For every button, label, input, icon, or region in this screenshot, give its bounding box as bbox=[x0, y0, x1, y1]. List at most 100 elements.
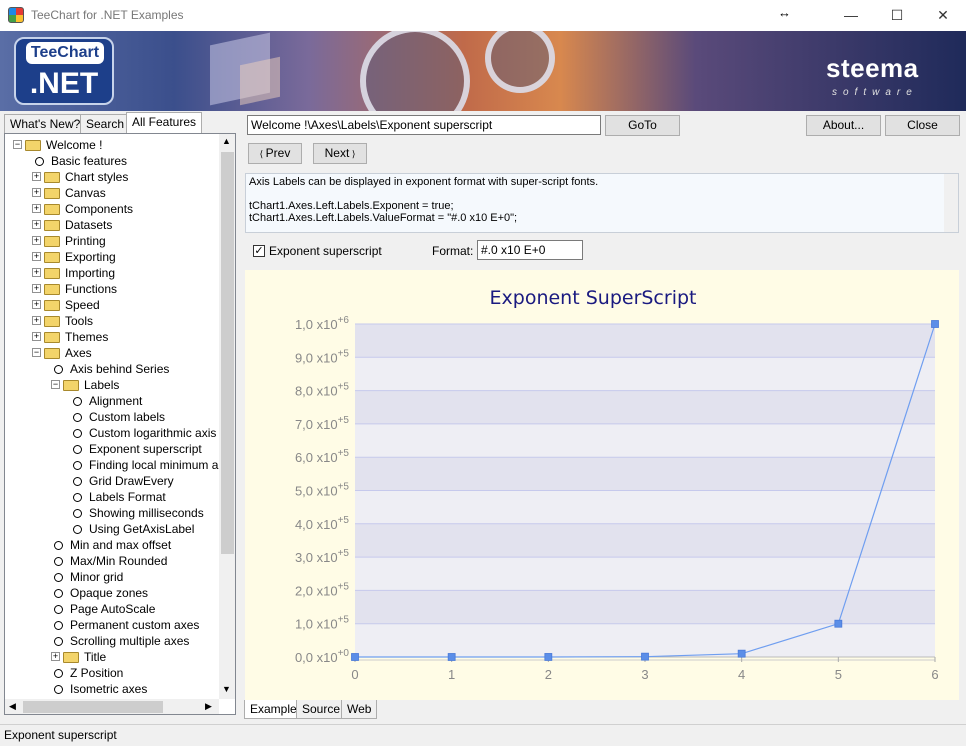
tree-item[interactable]: Min and max offset bbox=[5, 537, 219, 553]
prev-button[interactable]: ⟨ Prev bbox=[248, 143, 302, 164]
about-button[interactable]: About... bbox=[806, 115, 881, 136]
steema-logo: steema bbox=[826, 53, 919, 83]
expand-icon[interactable]: + bbox=[32, 300, 41, 309]
tree-horizontal-scrollbar[interactable]: ◀ ▶ bbox=[5, 699, 219, 714]
tree-item[interactable]: Minor grid bbox=[5, 569, 219, 585]
tree-item[interactable]: + Exporting bbox=[5, 249, 219, 265]
scroll-left-icon[interactable]: ◀ bbox=[9, 701, 16, 712]
maximize-button[interactable]: ☐ bbox=[874, 0, 920, 31]
teechart-logo: TeeChart .NET bbox=[14, 37, 114, 105]
tree-item[interactable]: − Labels bbox=[5, 377, 219, 393]
tree-item[interactable]: Basic features bbox=[5, 153, 219, 169]
expand-icon[interactable]: + bbox=[32, 220, 41, 229]
tree-item[interactable]: + Chart styles bbox=[5, 169, 219, 185]
collapse-icon[interactable]: − bbox=[51, 380, 60, 389]
goto-button[interactable]: GoTo bbox=[605, 115, 680, 136]
tree-item[interactable]: Using GetAxisLabel bbox=[5, 521, 219, 537]
x-tick-label: 1 bbox=[448, 667, 455, 682]
expand-icon[interactable]: + bbox=[32, 172, 41, 181]
close-button[interactable]: Close bbox=[885, 115, 960, 136]
grid-band bbox=[355, 623, 935, 657]
tree-item[interactable]: − Welcome ! bbox=[5, 137, 219, 153]
expand-icon[interactable]: + bbox=[32, 284, 41, 293]
tree-item[interactable]: + Speed bbox=[5, 297, 219, 313]
tree-item[interactable]: + Themes bbox=[5, 329, 219, 345]
collapse-icon[interactable]: − bbox=[13, 140, 22, 149]
tree-item-label: Scrolling multiple axes bbox=[70, 634, 190, 648]
description-text[interactable]: Axis Labels can be displayed in exponent… bbox=[245, 173, 959, 233]
tab-example[interactable]: Example bbox=[244, 700, 303, 719]
scroll-down-icon[interactable]: ▼ bbox=[222, 684, 231, 694]
tree-item[interactable]: Custom labels bbox=[5, 409, 219, 425]
expand-icon[interactable]: + bbox=[32, 332, 41, 341]
tree-item[interactable]: + Title bbox=[5, 649, 219, 665]
data-point bbox=[544, 653, 553, 661]
folder-icon bbox=[44, 300, 60, 311]
folder-icon bbox=[25, 140, 41, 151]
tree-item[interactable]: Showing milliseconds bbox=[5, 505, 219, 521]
tree-item[interactable]: Labels Format bbox=[5, 489, 219, 505]
collapse-icon[interactable]: − bbox=[32, 348, 41, 357]
tree-item[interactable]: + Functions bbox=[5, 281, 219, 297]
tree-item[interactable]: + Tools bbox=[5, 313, 219, 329]
next-button[interactable]: Next ⟩ bbox=[313, 143, 367, 164]
tree-item-label: Grid DrawEvery bbox=[89, 474, 174, 488]
tab-search[interactable]: Search bbox=[80, 114, 131, 133]
tree-horizontal-scroll-thumb[interactable] bbox=[23, 701, 163, 713]
y-tick-label: 0,0 x10+0 bbox=[295, 648, 349, 665]
y-tick-label: 7,0 x10+5 bbox=[295, 415, 349, 432]
tree-vertical-scroll-thumb[interactable] bbox=[221, 152, 234, 554]
tree-item[interactable]: Exponent superscript bbox=[5, 441, 219, 457]
tree-item[interactable]: Finding local minimum and bbox=[5, 457, 232, 473]
exponent-checkbox[interactable]: ✓ bbox=[253, 245, 265, 257]
tree-item[interactable]: Permanent custom axes bbox=[5, 617, 219, 633]
tree-item[interactable]: Axis behind Series bbox=[5, 361, 219, 377]
close-window-button[interactable]: ✕ bbox=[920, 0, 966, 31]
tree-item[interactable]: Max/Min Rounded bbox=[5, 553, 219, 569]
expand-icon[interactable]: + bbox=[32, 236, 41, 245]
banner-cube-decoration bbox=[240, 56, 280, 106]
leaf-bullet-icon bbox=[54, 637, 63, 646]
tree-item[interactable]: Grid DrawEvery bbox=[5, 473, 219, 489]
tree-item-label: Max/Min Rounded bbox=[70, 554, 168, 568]
tree-item[interactable]: + Importing bbox=[5, 265, 219, 281]
tab-whats-new[interactable]: What's New? bbox=[4, 114, 87, 133]
expand-icon[interactable]: + bbox=[32, 316, 41, 325]
tree-item-label: Axis behind Series bbox=[70, 362, 170, 376]
tree-vertical-scrollbar[interactable]: ▲ ▼ bbox=[219, 134, 235, 699]
tree-item[interactable]: Isometric axes bbox=[5, 681, 219, 697]
tree-item-label: Page AutoScale bbox=[70, 602, 156, 616]
description-scrollbar[interactable] bbox=[944, 174, 958, 232]
tab-source[interactable]: Source bbox=[296, 700, 347, 719]
expand-icon[interactable]: + bbox=[32, 204, 41, 213]
tab-web[interactable]: Web bbox=[341, 700, 378, 719]
tree-item[interactable]: + Canvas bbox=[5, 185, 219, 201]
leaf-bullet-icon bbox=[73, 397, 82, 406]
tree-item[interactable]: Scrolling multiple axes bbox=[5, 633, 219, 649]
tree-item[interactable]: Page AutoScale bbox=[5, 601, 219, 617]
expand-icon[interactable]: + bbox=[32, 252, 41, 261]
format-input[interactable]: #.0 x10 E+0 bbox=[477, 240, 583, 260]
tree-item[interactable]: + Datasets bbox=[5, 217, 219, 233]
tree-item[interactable]: Z Position bbox=[5, 665, 219, 681]
expand-icon[interactable]: + bbox=[51, 652, 60, 661]
minimize-button[interactable]: — bbox=[828, 0, 874, 31]
scroll-right-icon[interactable]: ▶ bbox=[205, 701, 212, 712]
tree-item[interactable]: − Axes bbox=[5, 345, 219, 361]
tab-all-features[interactable]: All Features bbox=[126, 112, 203, 133]
feature-tree[interactable]: − Welcome ! Basic features + Chart styles + Ca… bbox=[4, 133, 236, 715]
exponent-checkbox-label: Exponent superscript bbox=[269, 244, 382, 258]
expand-icon[interactable]: + bbox=[32, 268, 41, 277]
chart-panel[interactable]: 0,0 x10+0 1,0 x10+5 2,0 x10+5 3,0 x10+5 4,0 … bbox=[245, 270, 959, 700]
tree-item[interactable]: Alignment bbox=[5, 393, 219, 409]
expand-icon[interactable]: + bbox=[32, 188, 41, 197]
tree-item[interactable]: + Components bbox=[5, 201, 219, 217]
leaf-bullet-icon bbox=[54, 589, 63, 598]
tree-item[interactable]: Custom logarithmic axis bbox=[5, 425, 219, 441]
tree-item-label: Chart styles bbox=[65, 170, 129, 184]
tree-item[interactable]: Opaque zones bbox=[5, 585, 219, 601]
y-tick-label: 1,0 x10+6 bbox=[295, 315, 349, 332]
scroll-up-icon[interactable]: ▲ bbox=[222, 136, 231, 146]
tree-item[interactable]: + Printing bbox=[5, 233, 219, 249]
path-input[interactable]: Welcome !\Axes\Labels\Exponent superscri… bbox=[247, 115, 601, 135]
